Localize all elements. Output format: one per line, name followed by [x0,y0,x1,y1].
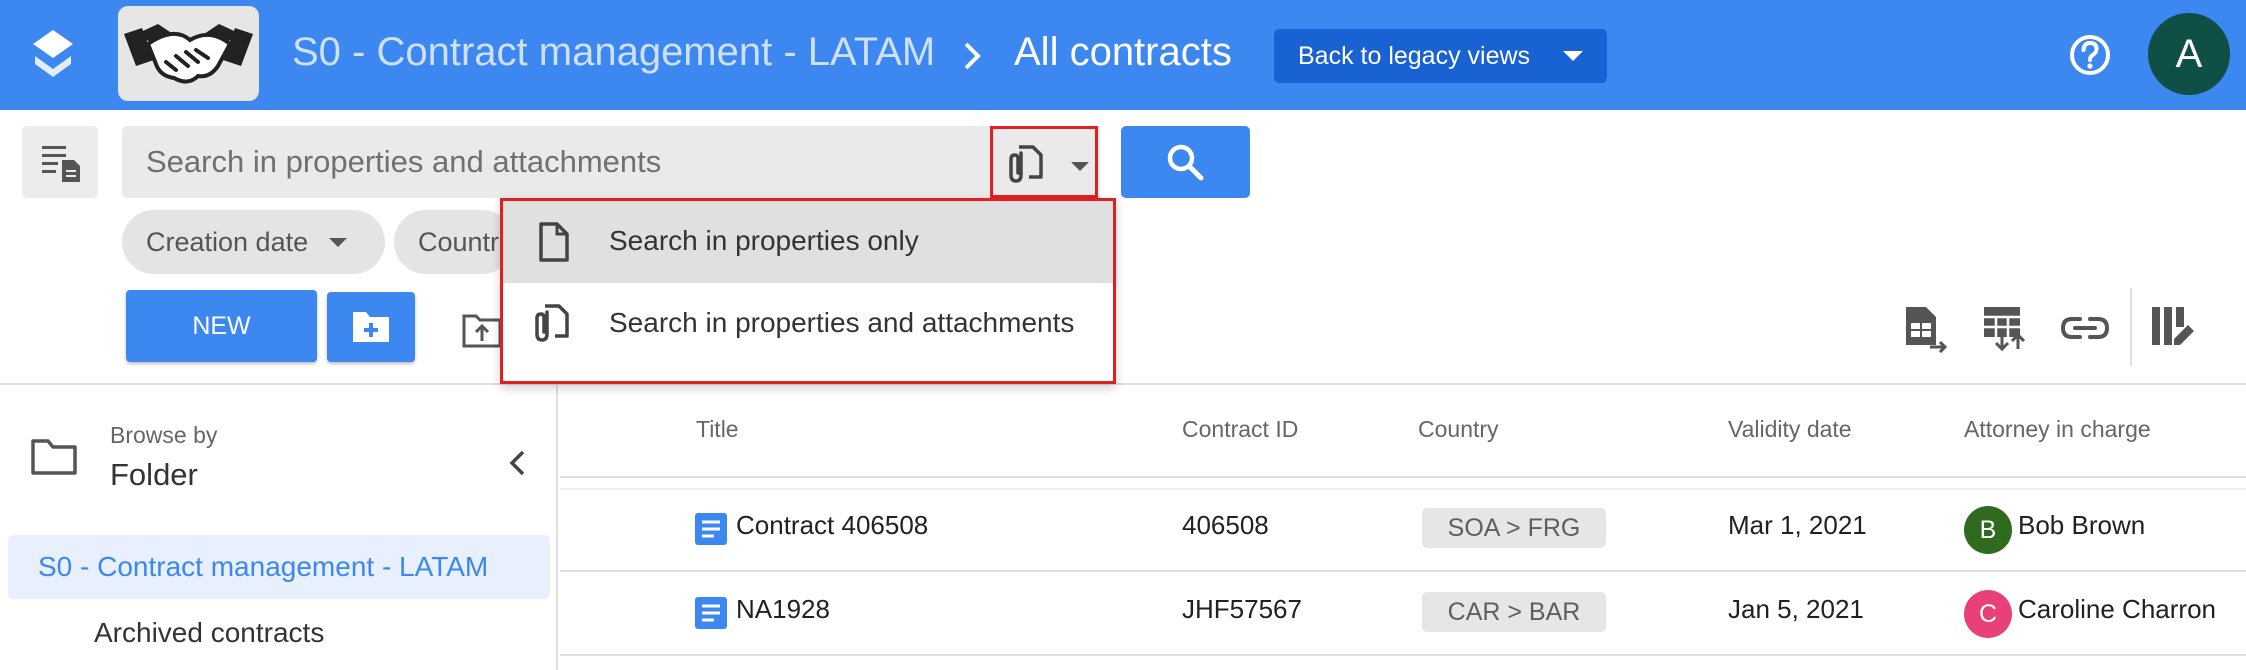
attachment-document-icon [531,302,575,346]
breadcrumb-root[interactable]: S0 - Contract management - LATAM [292,30,935,75]
column-header-contract-id[interactable]: Contract ID [1182,416,1298,443]
column-header-title[interactable]: Title [696,416,739,443]
menu-item-label: Search in properties only [609,225,919,256]
contract-title[interactable]: Contract 406508 [736,510,928,541]
validity-date: Mar 1, 2021 [1728,510,1867,540]
contract-id: JHF57567 [1182,594,1302,624]
menu-item-properties-only[interactable]: Search in properties only [503,201,1113,283]
search-mode-dropdown[interactable] [990,126,1098,198]
export-table-icon[interactable] [1900,303,1950,353]
creation-date-filter-chip[interactable]: Creation date [122,210,385,274]
column-header-attorney[interactable]: Attorney in charge [1964,416,2151,443]
validity-date: Jan 5, 2021 [1728,594,1864,624]
caret-down-icon [329,238,347,247]
sidebar-item-archived-contracts[interactable]: Archived contracts [94,617,324,649]
edit-columns-icon[interactable] [2148,303,2198,353]
browse-by-value[interactable]: Folder [110,457,198,493]
column-header-validity-date[interactable]: Validity date [1728,416,1852,443]
list-view-toggle-button[interactable] [22,126,98,198]
document-icon [694,596,728,630]
add-folder-icon [351,308,391,344]
app-logo-icon[interactable] [26,28,80,82]
table-download-icon[interactable] [1980,303,2030,353]
caret-down-icon [1071,162,1089,171]
search-icon [1165,142,1205,182]
chip-label: Countr [418,226,500,257]
menu-item-properties-and-attachments[interactable]: Search in properties and attachments [503,283,1113,365]
search-bar [122,126,1100,198]
search-input[interactable] [146,126,986,198]
link-icon[interactable] [2060,303,2110,353]
list-document-icon [40,142,82,184]
legacy-button-label: Back to legacy views [1298,41,1531,70]
contract-id: 406508 [1182,510,1269,540]
table-row[interactable]: Contract 406508 406508 SOA > FRG Mar 1, … [560,488,2246,572]
country-filter-chip[interactable]: Countr [394,210,514,274]
divider [560,476,2246,478]
browse-by-label: Browse by [110,422,218,448]
new-button[interactable]: NEW [126,290,317,362]
contract-title[interactable]: NA1928 [736,594,830,625]
chip-label: Creation date [146,226,309,257]
chevron-right-icon [960,36,988,76]
attorney-avatar: C [1964,590,2012,638]
country-badge: SOA > FRG [1422,508,1606,548]
search-mode-menu: Search in properties only Search in prop… [500,198,1116,384]
top-app-bar: S0 - Contract management - LATAM All con… [0,0,2246,110]
menu-item-label: Search in properties and attachments [609,307,1075,338]
document-icon [694,512,728,546]
help-icon[interactable] [2068,33,2112,77]
document-icon [531,220,575,264]
new-folder-button[interactable] [327,292,415,362]
toolbar-divider [2130,288,2132,366]
back-to-legacy-views-button[interactable]: Back to legacy views [1274,29,1607,83]
table-row[interactable]: NA1928 JHF57567 CAR > BAR Jan 5, 2021 C … [560,572,2246,656]
country-badge: CAR > BAR [1422,592,1606,632]
sidebar-item-latam[interactable]: S0 - Contract management - LATAM [8,535,550,599]
search-button[interactable] [1121,126,1250,198]
attorney-name: Caroline Charron [2018,594,2216,624]
sidebar: Browse by Folder S0 - Contract managemen… [0,385,558,670]
chevron-left-icon[interactable] [500,445,536,481]
user-avatar[interactable]: A [2148,13,2230,95]
page-title: All contracts [1014,30,1232,74]
attachment-document-icon [1007,143,1047,185]
handshake-logo [118,6,259,101]
folder-icon [30,437,78,477]
attorney-name: Bob Brown [2018,510,2146,540]
upload-folder-icon[interactable] [462,310,502,350]
caret-down-icon [1563,51,1583,61]
attorney-avatar: B [1964,506,2012,554]
column-header-country[interactable]: Country [1418,416,1499,443]
